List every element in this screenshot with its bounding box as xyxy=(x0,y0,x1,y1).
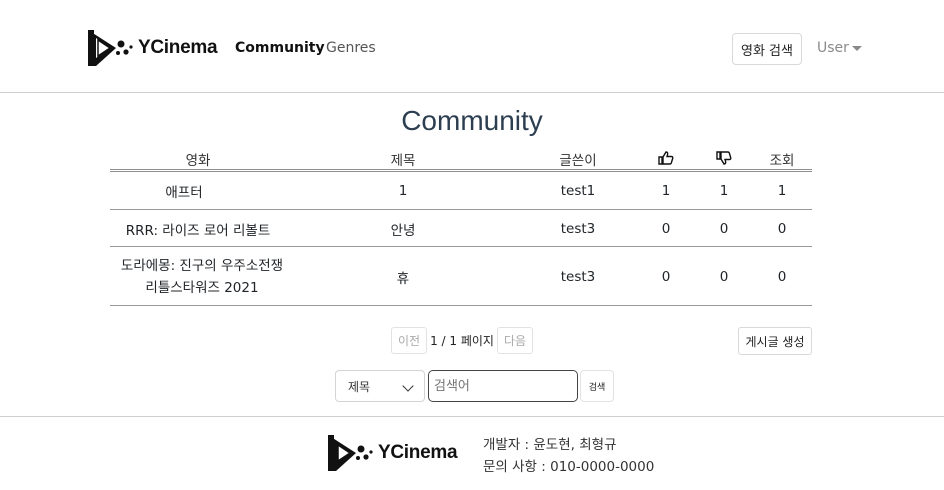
search-input[interactable] xyxy=(428,370,578,402)
logo-icon xyxy=(328,435,373,471)
row-title[interactable]: 안녕 xyxy=(286,219,520,239)
search-bar: 제목 검색 xyxy=(335,370,614,402)
movie-search-button[interactable]: 영화 검색 xyxy=(732,33,802,65)
table-header: 영화 제목 글쓴이 조회 xyxy=(110,145,812,172)
caret-down-icon xyxy=(851,45,862,51)
row-dislikes: 0 xyxy=(719,268,729,285)
row-movie: 도라에몽: 진구의 우주소전쟁 리틀스타워즈 2021 xyxy=(120,257,284,296)
user-label: User xyxy=(817,40,849,56)
row-movie: RRR: 라이즈 로어 리볼트 xyxy=(125,222,271,239)
chevron-down-icon xyxy=(402,380,414,392)
search-button[interactable]: 검색 xyxy=(580,370,614,402)
footer-info: 개발자 : 윤도현, 최형규 문의 사항 : 010-0000-0000 xyxy=(483,434,654,478)
logo-icon xyxy=(88,30,133,66)
footer-brand-name: YCinema xyxy=(378,442,458,463)
table-row[interactable]: RRR: 라이즈 로어 리볼트 안녕 test3 0 0 0 xyxy=(110,210,812,247)
user-dropdown[interactable]: User xyxy=(817,40,862,56)
prev-page-button[interactable]: 이전 xyxy=(391,327,428,354)
table-row[interactable]: 도라에몽: 진구의 우주소전쟁 리틀스타워즈 2021 휴 test3 0 0 … xyxy=(110,247,812,306)
table-row[interactable]: 애프터 1 test1 1 1 1 xyxy=(110,172,812,210)
search-type-value: 제목 xyxy=(348,379,371,394)
col-writer: 글쓴이 xyxy=(559,152,597,169)
col-movie: 영화 xyxy=(185,152,211,169)
row-writer: test3 xyxy=(560,268,596,285)
row-views: 1 xyxy=(777,183,787,199)
brand-logo[interactable]: YCinema xyxy=(86,28,218,68)
row-views: 0 xyxy=(777,220,787,237)
navbar: YCinema Community Genres 영화 검색 User xyxy=(0,0,944,93)
create-post-button[interactable]: 게시글 생성 xyxy=(738,327,812,355)
row-writer: test3 xyxy=(560,220,596,237)
row-views: 0 xyxy=(777,268,787,285)
row-dislikes: 1 xyxy=(719,183,729,199)
col-views: 조회 xyxy=(769,152,795,169)
footer: YCinema 개발자 : 윤도현, 최형규 문의 사항 : 010-0000-… xyxy=(0,416,944,490)
row-movie: 애프터 xyxy=(165,185,203,201)
row-dislikes: 0 xyxy=(719,220,729,237)
row-title[interactable]: 휴 xyxy=(286,267,520,287)
footer-contact: 문의 사항 : 010-0000-0000 xyxy=(483,459,655,475)
pagination: 이전 1 / 1 페이지 다음 xyxy=(391,327,534,354)
page-info: 1 / 1 페이지 xyxy=(430,334,494,348)
nav-genres[interactable]: Genres xyxy=(326,40,376,56)
brand-name: YCinema xyxy=(138,37,218,58)
row-writer: test1 xyxy=(560,183,596,199)
footer-developers: 개발자 : 윤도현, 최형규 xyxy=(483,437,617,453)
row-likes: 1 xyxy=(661,183,671,199)
search-type-select[interactable]: 제목 xyxy=(335,370,425,402)
thumbs-down-icon xyxy=(694,151,754,169)
nav-community[interactable]: Community xyxy=(235,40,325,56)
page-title: Community xyxy=(401,105,543,136)
row-likes: 0 xyxy=(661,220,671,237)
community-table: 영화 제목 글쓴이 조회 애프터 1 test1 1 1 1 RRR: 라이즈 … xyxy=(110,145,812,306)
footer-logo: YCinema xyxy=(326,433,458,473)
thumbs-up-icon xyxy=(636,151,696,169)
next-page-button[interactable]: 다음 xyxy=(496,327,534,354)
row-likes: 0 xyxy=(661,268,671,285)
row-title[interactable]: 1 xyxy=(286,183,520,199)
col-title: 제목 xyxy=(390,152,416,169)
